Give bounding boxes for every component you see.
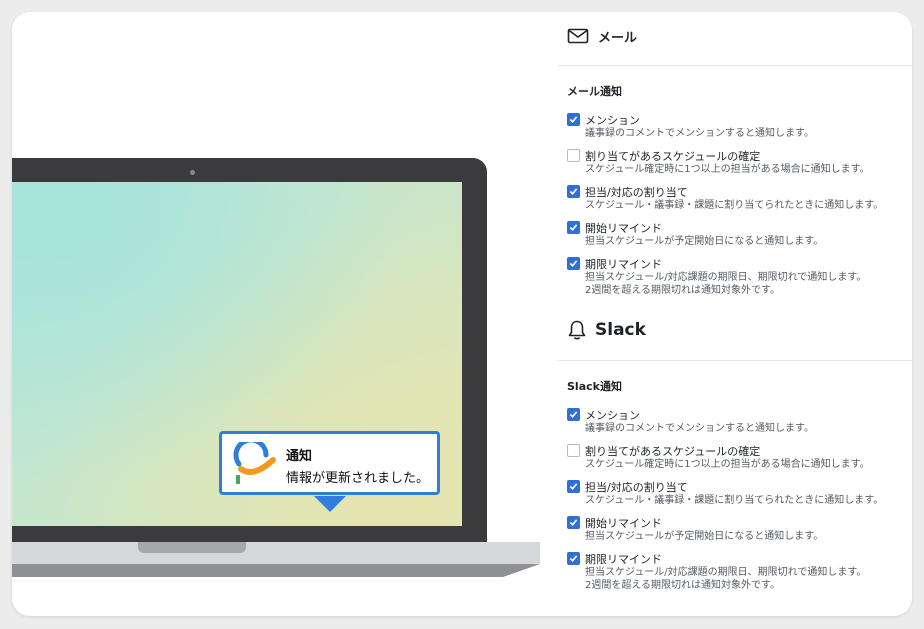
option-description: 担当スケジュールが予定開始日になると通知します。	[585, 236, 824, 247]
option-description: スケジュール・議事録・課題に割り当てられたときに通知します。	[585, 200, 884, 211]
option-description-note: 2週間を超える期限切れは通知対象外です。	[585, 285, 781, 296]
settings-panel: メール メール通知 メンション 議事録のコメントでメンションすると通知します。 …	[557, 12, 912, 616]
toast-pointer	[314, 496, 346, 512]
option-label: 期限リマインド	[585, 553, 662, 566]
laptop-foot	[12, 564, 540, 577]
toast-title: 通知	[286, 449, 313, 464]
option-description: 担当スケジュールが予定開始日になると通知します。	[585, 531, 824, 542]
mention-checkbox[interactable]	[567, 408, 580, 421]
option-description: スケジュール確定時に1つ以上の担当がある場合に通知します。	[585, 164, 870, 175]
schedule-confirm-checkbox[interactable]	[567, 444, 580, 457]
assignment-checkbox[interactable]	[567, 185, 580, 198]
laptop-notch	[138, 542, 246, 553]
start-reminder-checkbox[interactable]	[567, 221, 580, 234]
slack-section-label: Slack	[595, 320, 646, 340]
section-divider	[557, 360, 912, 361]
option-label: 割り当てがあるスケジュールの確定	[585, 150, 761, 163]
option-label: メンション	[585, 409, 640, 422]
schedule-confirm-checkbox[interactable]	[567, 149, 580, 162]
option-label: 担当/対応の割り当て	[585, 186, 688, 199]
envelope-icon	[567, 28, 589, 44]
option-label: メンション	[585, 114, 640, 127]
toast-message: 情報が更新されました。	[286, 471, 430, 486]
notification-settings-card: 通知 情報が更新されました。 メール メール通知 メンション 議事録のコメントで…	[12, 12, 912, 616]
laptop-base	[12, 542, 540, 564]
option-description: 担当スケジュール/対応課題の期限日、期限切れで通知します。	[585, 272, 867, 283]
email-section-header: メール	[567, 26, 637, 46]
option-description: 担当スケジュール/対応課題の期限日、期限切れで通知します。	[585, 567, 867, 578]
slack-group-title: Slack通知	[567, 380, 622, 393]
option-description: 議事録のコメントでメンションすると通知します。	[585, 128, 814, 139]
slack-section-header: Slack	[567, 319, 646, 341]
bell-icon	[568, 320, 586, 340]
deadline-reminder-checkbox[interactable]	[567, 552, 580, 565]
option-description: スケジュール確定時に1つ以上の担当がある場合に通知します。	[585, 459, 870, 470]
start-reminder-checkbox[interactable]	[567, 516, 580, 529]
option-label: 開始リマインド	[585, 222, 662, 235]
option-label: 開始リマインド	[585, 517, 662, 530]
option-label: 割り当てがあるスケジュールの確定	[585, 445, 761, 458]
option-description: スケジュール・議事録・課題に割り当てられたときに通知します。	[585, 495, 884, 506]
assignment-checkbox[interactable]	[567, 480, 580, 493]
option-label: 担当/対応の割り当て	[585, 481, 688, 494]
deadline-reminder-checkbox[interactable]	[567, 257, 580, 270]
email-group-title: メール通知	[567, 85, 622, 98]
option-description-note: 2週間を超える期限切れは通知対象外です。	[585, 580, 781, 591]
app-logo-icon	[233, 442, 276, 484]
notification-toast: 通知 情報が更新されました。	[219, 431, 440, 495]
email-section-label: メール	[598, 30, 638, 46]
option-label: 期限リマインド	[585, 258, 662, 271]
option-description: 議事録のコメントでメンションすると通知します。	[585, 423, 814, 434]
section-divider	[557, 65, 912, 66]
mention-checkbox[interactable]	[567, 113, 580, 126]
laptop-camera	[190, 170, 195, 175]
